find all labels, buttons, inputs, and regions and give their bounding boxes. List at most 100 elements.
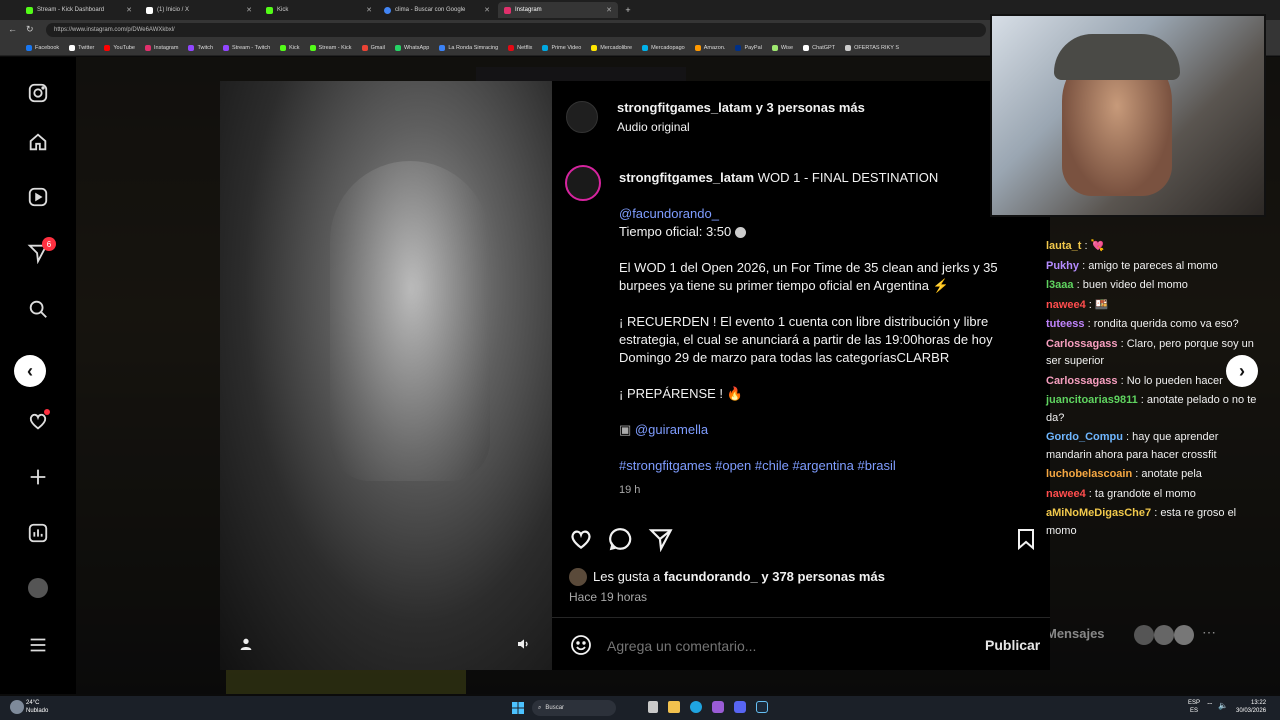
bookmark-item[interactable]: ChatGPT bbox=[803, 44, 835, 51]
hashtags[interactable]: #strongfitgames #open #chile #argentina … bbox=[619, 457, 896, 475]
menu-icon[interactable] bbox=[26, 633, 50, 657]
dashboard-icon[interactable] bbox=[26, 521, 50, 545]
tab-instagram[interactable]: Instagram ✕ bbox=[498, 2, 618, 18]
author-avatar[interactable] bbox=[566, 101, 598, 133]
close-icon[interactable]: ✕ bbox=[126, 6, 132, 14]
post-video[interactable] bbox=[220, 81, 552, 670]
tab-kick[interactable]: Kick ✕ bbox=[260, 2, 378, 18]
comment-button[interactable] bbox=[608, 526, 634, 552]
bookmark-item[interactable]: Stream - Kick bbox=[309, 44, 352, 51]
liker-username[interactable]: facundorando_ bbox=[664, 569, 758, 584]
heart-icon[interactable] bbox=[26, 409, 50, 433]
reload-icon[interactable]: ↻ bbox=[26, 24, 34, 35]
tab-kick-dashboard[interactable]: Stream - Kick Dashboard ✕ bbox=[20, 2, 138, 18]
chat-username[interactable]: Pukhy bbox=[1046, 260, 1079, 272]
save-button[interactable] bbox=[1014, 526, 1038, 552]
home-icon[interactable] bbox=[26, 130, 50, 154]
bookmark-item[interactable]: Mercadopago bbox=[642, 44, 685, 51]
chevron-left-icon: ‹ bbox=[27, 360, 33, 381]
back-icon[interactable]: ← bbox=[8, 24, 17, 34]
wifi-icon[interactable]: ⌔ bbox=[1206, 701, 1214, 711]
chat-username[interactable]: l3aaa bbox=[1046, 279, 1074, 291]
messages-pill[interactable]: Mensajes ⋯ bbox=[1046, 620, 1236, 650]
bookmark-item[interactable]: Prime Video bbox=[542, 44, 581, 51]
bookmark-item[interactable]: Amazon. bbox=[694, 44, 725, 51]
close-icon[interactable]: ✕ bbox=[366, 6, 372, 14]
comment-input[interactable] bbox=[605, 633, 969, 659]
mention-link[interactable]: @guiramella bbox=[635, 422, 708, 437]
file-explorer-icon[interactable] bbox=[668, 701, 680, 713]
publish-button[interactable]: Publicar bbox=[985, 636, 1040, 654]
notification-dot bbox=[44, 409, 50, 415]
chat-username[interactable]: lauta_t bbox=[1046, 240, 1081, 252]
author-username[interactable]: strongfitgames_latam bbox=[617, 100, 752, 115]
caption-username[interactable]: strongfitgames_latam bbox=[619, 170, 754, 185]
store-icon[interactable] bbox=[712, 701, 724, 713]
chat-username[interactable]: nawee4 bbox=[1046, 299, 1086, 311]
bookmark-item[interactable]: PayPal bbox=[735, 44, 762, 51]
previous-post-button[interactable]: ‹ bbox=[14, 355, 46, 387]
bookmark-item[interactable]: Mercadolibre bbox=[591, 44, 632, 51]
bookmark-item[interactable]: Stream - Twitch bbox=[223, 44, 270, 51]
create-icon[interactable] bbox=[26, 465, 50, 489]
new-tab-button[interactable]: + bbox=[620, 2, 636, 18]
volume-icon[interactable] bbox=[516, 636, 532, 652]
bookmark-item[interactable]: Instagram bbox=[144, 44, 178, 51]
tab-google-search[interactable]: clima - Buscar con Google ✕ bbox=[378, 2, 496, 18]
close-icon[interactable]: ✕ bbox=[246, 6, 252, 14]
chat-username[interactable]: juancitoarias9811 bbox=[1046, 394, 1138, 406]
post-date: Hace 19 horas bbox=[569, 590, 648, 604]
chat-username[interactable]: luchobelascoain bbox=[1046, 468, 1132, 480]
send-icon[interactable]: 6 bbox=[26, 237, 56, 265]
clock-time[interactable]: 13:22 bbox=[1236, 699, 1266, 707]
x-icon bbox=[146, 6, 153, 14]
liker-avatar[interactable] bbox=[569, 568, 587, 586]
tab-x-home[interactable]: (1) Inicio / X ✕ bbox=[140, 2, 258, 18]
stream-chat: lauta_t : 💘 Pukhy : amigo te pareces al m… bbox=[1046, 238, 1260, 568]
chat-username[interactable]: Carlossagass bbox=[1046, 338, 1118, 350]
chat-text: buen video del momo bbox=[1082, 279, 1188, 291]
caption-avatar[interactable] bbox=[565, 165, 601, 201]
chat-username[interactable]: nawee4 bbox=[1046, 488, 1086, 500]
search-icon: ⌕ bbox=[538, 704, 542, 711]
instagram-logo-icon[interactable] bbox=[26, 81, 50, 105]
bookmark-item[interactable]: Netflix bbox=[508, 44, 532, 51]
steam-icon[interactable] bbox=[756, 701, 768, 713]
chat-username[interactable]: aMiNoMeDigasChe7 bbox=[1046, 507, 1151, 519]
emoji-button[interactable] bbox=[569, 633, 593, 657]
reels-icon[interactable] bbox=[26, 185, 50, 209]
discord-icon[interactable] bbox=[734, 701, 746, 713]
bookmark-item[interactable]: YouTube bbox=[104, 44, 135, 51]
chat-username[interactable]: Gordo_Compu bbox=[1046, 431, 1123, 443]
taskbar-search[interactable]: ⌕ Buscar bbox=[532, 700, 616, 716]
close-icon[interactable]: ✕ bbox=[484, 6, 490, 14]
audio-label[interactable]: Audio original bbox=[617, 118, 690, 136]
tagged-users-icon[interactable] bbox=[238, 636, 254, 652]
search-icon[interactable] bbox=[26, 297, 50, 321]
bookmark-item[interactable]: Wise bbox=[771, 44, 793, 51]
url-input[interactable]: https://www.instagram.com/p/DWe6AWXkbxl/ bbox=[46, 23, 986, 37]
language-label[interactable]: ESP bbox=[1188, 699, 1200, 707]
bookmark-item[interactable]: Gmail bbox=[361, 44, 385, 51]
chat-username[interactable]: Carlossagass bbox=[1046, 375, 1118, 387]
chat-text: rondita querida como va eso? bbox=[1093, 318, 1239, 330]
likes-count[interactable]: y 378 personas más bbox=[761, 569, 885, 584]
windows-start-icon[interactable] bbox=[512, 701, 524, 714]
bookmark-item[interactable]: Facebook bbox=[26, 44, 59, 51]
task-view-icon[interactable] bbox=[648, 701, 658, 713]
bookmark-item[interactable]: Kick bbox=[280, 44, 300, 51]
bookmark-item[interactable]: Twitch bbox=[188, 44, 213, 51]
profile-avatar[interactable] bbox=[26, 576, 50, 600]
chat-username[interactable]: tuteess bbox=[1046, 318, 1085, 330]
edge-icon[interactable] bbox=[690, 701, 702, 713]
like-button[interactable] bbox=[568, 526, 594, 552]
volume-icon[interactable]: 🔈 bbox=[1218, 701, 1228, 710]
mention-link[interactable]: @facundorando_ bbox=[619, 205, 719, 223]
heart-icon bbox=[571, 530, 591, 550]
bookmark-item[interactable]: OFERTAS RIKY S bbox=[845, 44, 899, 51]
bookmark-item[interactable]: Twitter bbox=[69, 44, 94, 51]
close-icon[interactable]: ✕ bbox=[606, 6, 612, 14]
bookmark-item[interactable]: WhatsApp bbox=[394, 44, 429, 51]
share-button[interactable] bbox=[648, 526, 674, 553]
bookmark-item[interactable]: La Ronda Simracing bbox=[439, 44, 498, 51]
